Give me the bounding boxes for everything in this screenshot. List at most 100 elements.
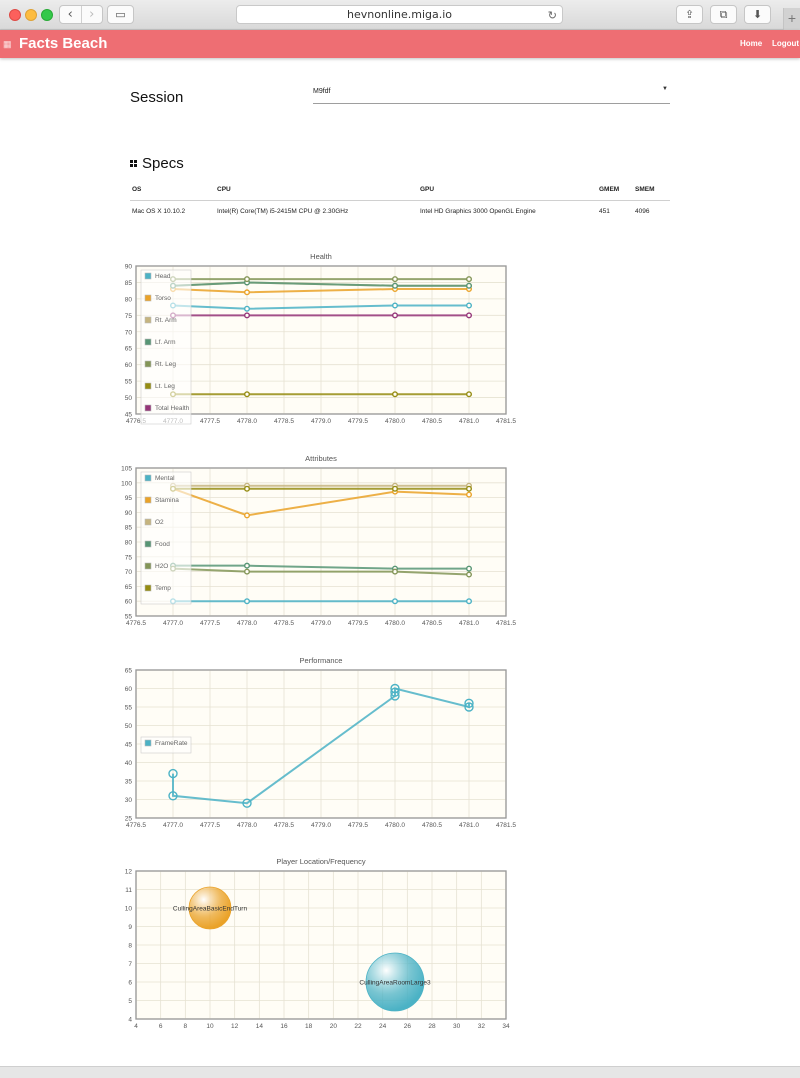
data-point-food — [243, 562, 250, 569]
y-tick-label: 65 — [125, 668, 133, 675]
x-tick-label: 4781.0 — [459, 418, 479, 425]
chart-title: Health — [310, 252, 332, 261]
specs-cell-cpu: Intel(R) Core(TM) i5-2415M CPU @ 2.30GHz — [217, 207, 349, 215]
legend-label: Mental — [155, 475, 175, 482]
chevron-right-icon[interactable]: › — [80, 6, 103, 23]
player-location-chart: Player Location/Frequency 4 6 8 10 12 14 16 18 20… — [112, 855, 532, 1040]
y-tick-label: 90 — [125, 264, 133, 271]
sidebar-icon[interactable]: ▭ — [107, 5, 134, 24]
y-tick-label: 80 — [125, 540, 133, 547]
specs-col-gpu: GPU — [418, 180, 597, 201]
x-tick-label: 4778.0 — [237, 418, 257, 425]
specs-col-gmem: GMEM — [597, 180, 633, 201]
legend-label: Lf. Arm — [155, 339, 176, 346]
data-point-rt-leg — [392, 276, 399, 283]
chart-title: Player Location/Frequency — [276, 857, 365, 866]
legend-label: Total Health — [155, 405, 190, 412]
x-tick-label: 4778.5 — [274, 822, 294, 829]
data-point-stamina — [466, 491, 473, 498]
y-tick-label: 60 — [125, 686, 133, 693]
y-tick-label: 105 — [121, 466, 132, 473]
x-tick-label: 8 — [184, 1023, 188, 1030]
legend-swatch-lt-leg — [144, 382, 152, 390]
y-tick-label: 85 — [125, 525, 133, 532]
x-tick-label: 4779.5 — [348, 418, 368, 425]
x-tick-label: 16 — [280, 1023, 288, 1030]
data-point-total-health — [466, 312, 473, 319]
y-tick-label: 75 — [125, 554, 133, 561]
x-tick-label: 4781.5 — [496, 418, 516, 425]
data-point-mental — [243, 598, 250, 605]
legend-label: Head — [155, 273, 171, 280]
session-select[interactable]: M9fdf ▼ — [313, 86, 670, 104]
health-chart: Health4776.54777.04777.54778.04778.54779… — [112, 250, 532, 435]
x-tick-label: 4780.0 — [385, 620, 405, 627]
x-tick-label: 34 — [502, 1023, 510, 1030]
chart-title: Attributes — [305, 454, 337, 463]
data-point-temp — [466, 485, 473, 492]
nav-logout-link[interactable]: Logout — [772, 39, 799, 48]
zoom-window-button[interactable] — [41, 9, 53, 21]
close-window-button[interactable] — [9, 9, 21, 21]
legend-swatch-food — [144, 540, 152, 548]
bubble-label: CullingAreaBasicEndTurn — [173, 906, 248, 913]
legend-label: Torso — [155, 295, 171, 302]
y-tick-label: 100 — [121, 480, 132, 487]
y-tick-label: 65 — [125, 346, 133, 353]
x-tick-label: 4781.0 — [459, 620, 479, 627]
reload-icon[interactable]: ↻ — [548, 7, 557, 24]
legend-swatch-framerate — [144, 739, 152, 747]
chart-title: Performance — [300, 656, 343, 665]
x-tick-label: 4776.5 — [126, 822, 146, 829]
legend-swatch-o2 — [144, 518, 152, 526]
legend-label: FrameRate — [155, 740, 188, 747]
legend-label: Rt. Arm — [155, 317, 177, 324]
x-tick-label: 4781.5 — [496, 822, 516, 829]
data-point-lt-leg — [392, 391, 399, 398]
specs-cell-gmem: 451 — [599, 207, 610, 215]
y-tick-label: 55 — [125, 614, 133, 621]
data-point-h2o — [243, 568, 250, 575]
nav-home-link[interactable]: Home — [740, 39, 762, 48]
menu-icon[interactable]: ▦ — [3, 39, 12, 50]
x-tick-label: 4776.5 — [126, 620, 146, 627]
specs-cell-gpu: Intel HD Graphics 3000 OpenGL Engine — [420, 207, 536, 215]
chevron-left-icon[interactable]: ‹ — [60, 6, 81, 23]
data-point-head — [243, 305, 250, 312]
y-tick-label: 30 — [125, 797, 133, 804]
x-tick-label: 4777.5 — [200, 620, 220, 627]
brand-logo[interactable]: Facts Beach — [19, 35, 107, 52]
data-point-lf-arm — [466, 282, 473, 289]
legend-label: Rt. Leg — [155, 361, 176, 368]
x-tick-label: 20 — [330, 1023, 338, 1030]
legend-box — [140, 269, 192, 425]
data-point-food — [466, 565, 473, 572]
data-point-rt-leg — [466, 276, 473, 283]
y-tick-label: 90 — [125, 510, 133, 517]
y-tick-label: 55 — [125, 705, 133, 712]
specs-heading: Specs — [130, 155, 184, 172]
caret-down-icon: ▼ — [662, 86, 668, 92]
session-label: Session — [130, 89, 184, 106]
y-tick-label: 25 — [125, 816, 133, 823]
data-point-temp — [392, 485, 399, 492]
minimize-window-button[interactable] — [25, 9, 37, 21]
specs-table: OS CPU GPU GMEM SMEM Mac OS X 10.10.2 In… — [130, 180, 670, 222]
tabs-overview-icon[interactable]: ⧉ — [710, 5, 737, 24]
legend-swatch-lf-arm — [144, 338, 152, 346]
x-tick-label: 4780.5 — [422, 418, 442, 425]
performance-chart: Performance 4776.5 4777.0 4777.5 4778.0 4778.… — [112, 654, 532, 839]
legend-swatch-rt-arm — [144, 316, 152, 324]
x-tick-label: 4779.0 — [311, 418, 331, 425]
download-icon[interactable]: ⬇ — [744, 5, 771, 24]
share-icon[interactable]: ⇪ — [676, 5, 703, 24]
y-tick-label: 10 — [125, 906, 133, 913]
address-bar[interactable]: hevnonline.miga.io ↻ — [236, 5, 563, 24]
legend-swatch-torso — [144, 294, 152, 302]
specs-cell-os: Mac OS X 10.10.2 — [132, 207, 186, 215]
new-tab-icon[interactable]: + — [783, 8, 800, 30]
legend-swatch-total-health — [144, 404, 152, 412]
data-point-mental — [466, 598, 473, 605]
data-point-lf-arm — [392, 282, 399, 289]
y-tick-label: 40 — [125, 760, 133, 767]
